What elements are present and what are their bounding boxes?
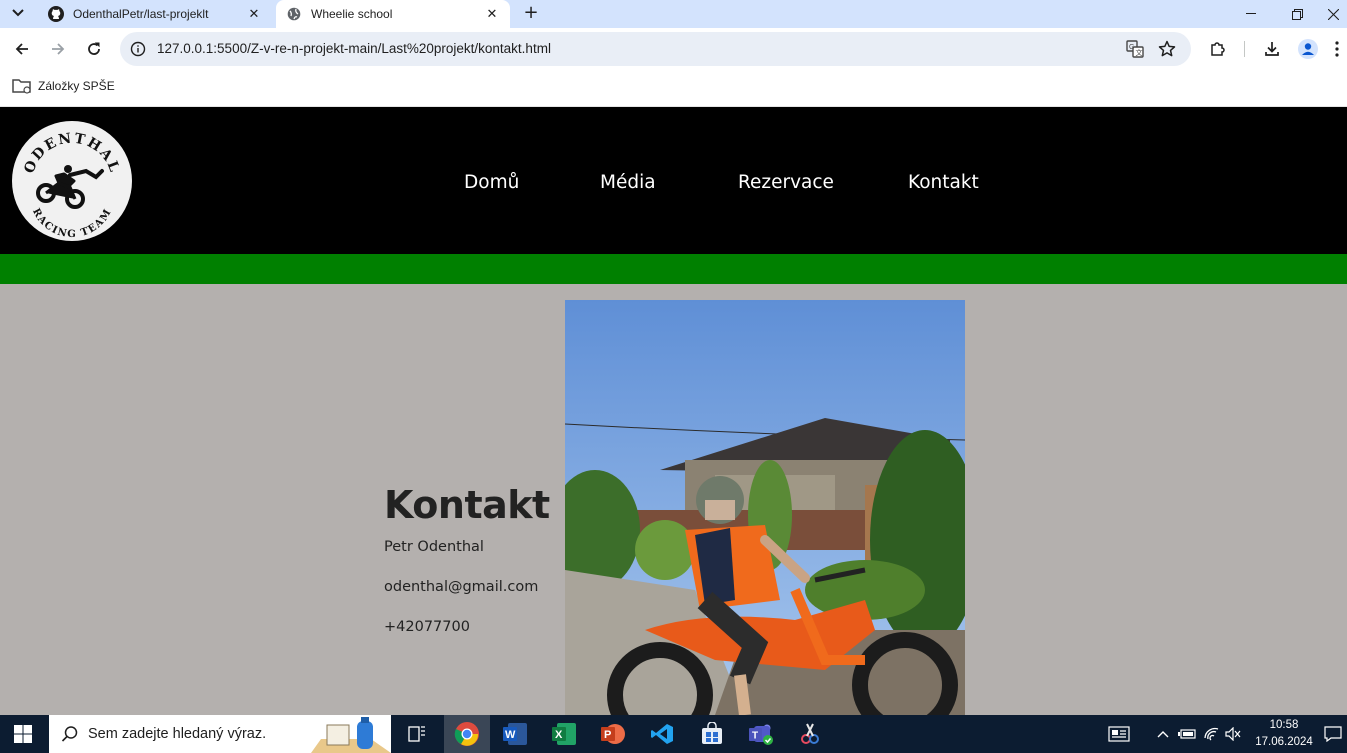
svg-text:W: W	[505, 729, 516, 741]
bookmark-star-icon[interactable]	[1157, 39, 1177, 59]
contact-name: Petr Odenthal	[384, 539, 484, 555]
word-icon[interactable]: W	[500, 719, 530, 749]
windows-start-icon[interactable]	[14, 725, 32, 743]
bookmarks-bar: Záložky SPŠE	[0, 70, 1347, 107]
svg-text:RACING TEAM: RACING TEAM	[30, 207, 114, 240]
tab-title: Wheelie school	[311, 7, 393, 21]
svg-text:P: P	[604, 729, 611, 741]
tab-search-dropdown-icon[interactable]	[6, 2, 30, 24]
tab-title: OdenthalPetr/last-projeklt	[73, 7, 209, 21]
more-menu-icon[interactable]	[1330, 37, 1344, 61]
vscode-icon[interactable]	[647, 719, 677, 749]
task-view-icon[interactable]	[402, 719, 432, 749]
browser-tab-wheelie-school[interactable]: Wheelie school ✕	[276, 0, 510, 28]
store-icon[interactable]	[697, 719, 727, 749]
profile-avatar-icon[interactable]	[1296, 37, 1320, 61]
taskbar: Sem zadejte hledaný výraz. W X P T 10:58…	[0, 715, 1347, 753]
motorcycle-logo-icon: ODENTHAL RACING TEAM	[21, 130, 120, 240]
minimize-icon[interactable]	[1228, 0, 1274, 28]
notifications-icon[interactable]	[1323, 725, 1343, 743]
github-icon	[48, 6, 64, 22]
taskbar-clock[interactable]: 10:58 17.06.2024	[1245, 717, 1323, 751]
teams-icon[interactable]: T	[746, 719, 776, 749]
chrome-icon[interactable]	[452, 719, 482, 749]
contact-email: odenthal@gmail.com	[384, 579, 539, 595]
search-placeholder: Sem zadejte hledaný výraz.	[88, 726, 267, 742]
toolbar-divider	[1244, 41, 1245, 57]
site-header: ODENTHAL RACING TEAM Domů Média Rezervac…	[0, 107, 1347, 254]
excel-icon[interactable]: X	[549, 719, 579, 749]
translate-icon[interactable]: G文	[1125, 39, 1145, 59]
svg-text:G: G	[1129, 44, 1134, 51]
svg-text:文: 文	[1136, 48, 1143, 57]
close-window-icon[interactable]	[1320, 0, 1347, 28]
bookmark-label: Záložky SPŠE	[38, 79, 115, 93]
rider-photo	[565, 300, 965, 715]
extensions-icon[interactable]	[1206, 37, 1230, 61]
contact-phone: +42077700	[384, 619, 470, 635]
nav-link-kontakt[interactable]: Kontakt	[908, 172, 979, 193]
tray-expand-chevron-icon[interactable]	[1155, 725, 1171, 743]
forward-arrow-icon[interactable]	[46, 37, 70, 61]
bookmark-folder-spse[interactable]: Záložky SPŠE	[12, 78, 115, 94]
page-title: Kontakt	[384, 483, 550, 527]
address-bar[interactable]: 127.0.0.1:5500/Z-v-re-n-projekt-main/Las…	[120, 32, 1191, 66]
download-icon[interactable]	[1260, 37, 1284, 61]
close-icon[interactable]: ✕	[484, 6, 500, 22]
globe-icon	[286, 6, 302, 22]
reload-icon[interactable]	[82, 37, 106, 61]
clock-time: 10:58	[1269, 719, 1299, 731]
restore-icon[interactable]	[1274, 0, 1320, 28]
site-logo[interactable]: ODENTHAL RACING TEAM	[12, 121, 132, 241]
accent-bar	[0, 254, 1347, 284]
clock-date: 17.06.2024	[1255, 736, 1313, 748]
folder-icon	[12, 79, 31, 94]
taskbar-search-box[interactable]: Sem zadejte hledaný výraz.	[49, 715, 391, 753]
svg-text:T: T	[752, 731, 758, 742]
browser-toolbar: 127.0.0.1:5500/Z-v-re-n-projekt-main/Las…	[0, 28, 1347, 70]
new-tab-plus-icon[interactable]: +	[520, 2, 542, 24]
news-widget-icon[interactable]	[1106, 725, 1132, 743]
volume-muted-icon[interactable]	[1224, 725, 1242, 743]
powerpoint-icon[interactable]: P	[598, 719, 628, 749]
nav-link-media[interactable]: Média	[600, 172, 656, 193]
snip-icon[interactable]	[795, 719, 825, 749]
close-icon[interactable]: ✕	[246, 6, 262, 22]
search-highlight-illustration	[311, 717, 391, 753]
browser-tab-github[interactable]: OdenthalPetr/last-projeklt ✕	[38, 0, 272, 28]
search-icon	[61, 726, 78, 742]
browser-tab-strip: OdenthalPetr/last-projeklt ✕ Wheelie sch…	[0, 0, 1347, 28]
site-info-icon[interactable]	[128, 39, 148, 59]
url-text: 127.0.0.1:5500/Z-v-re-n-projekt-main/Las…	[157, 41, 551, 56]
contact-section: Kontakt Petr Odenthal odenthal@gmail.com…	[0, 284, 1347, 715]
nav-link-rezervace[interactable]: Rezervace	[738, 172, 834, 193]
wifi-icon[interactable]	[1203, 725, 1221, 743]
back-arrow-icon[interactable]	[10, 37, 34, 61]
nav-link-domu[interactable]: Domů	[464, 172, 519, 193]
battery-icon[interactable]	[1177, 725, 1197, 743]
svg-text:X: X	[555, 729, 563, 741]
